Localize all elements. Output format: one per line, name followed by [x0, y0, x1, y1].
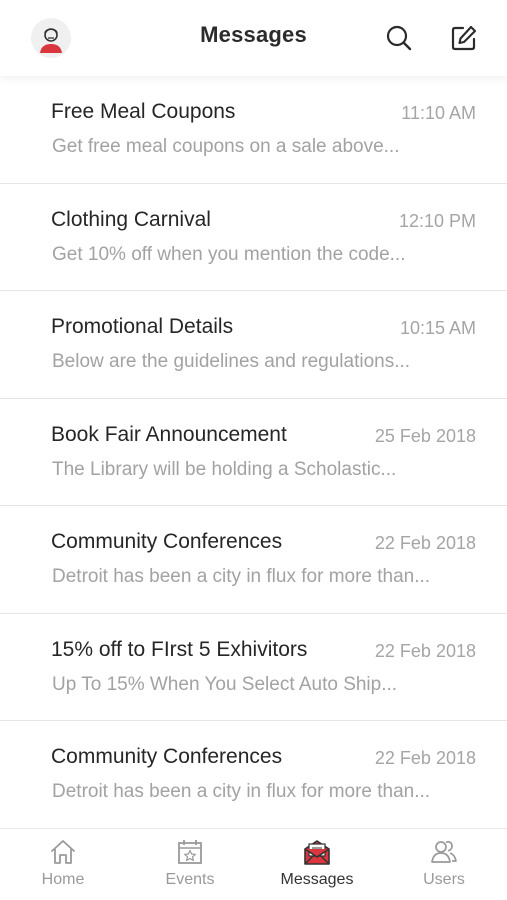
message-time: 25 Feb 2018 [374, 425, 476, 446]
message-time: 22 Feb 2018 [374, 640, 476, 661]
app-header: Messages [0, 0, 507, 76]
home-icon [49, 838, 77, 866]
message-preview: The Library will be holding a Scholastic… [52, 458, 397, 480]
tab-label: Home [41, 871, 85, 888]
tab-home[interactable]: Home [0, 829, 126, 900]
message-subject: Free Meal Coupons [51, 100, 236, 123]
page-title: Messages [200, 22, 307, 47]
message-row[interactable]: Book Fair Announcement 25 Feb 2018 The L… [0, 399, 507, 506]
message-preview: Get 10% off when you mention the code... [52, 243, 406, 265]
message-row[interactable]: Promotional Details 10:15 AM Below are t… [0, 291, 507, 399]
message-row[interactable]: Free Meal Coupons 11:10 AM Get free meal… [0, 76, 507, 184]
search-icon[interactable] [385, 24, 413, 52]
tab-label: Users [423, 871, 465, 888]
message-preview: Detroit has been a city in flux for more… [52, 781, 431, 802]
message-subject: Community Conferences [51, 745, 283, 768]
message-subject: Book Fair Announcement [51, 422, 287, 446]
tab-label: Events [165, 871, 215, 888]
tab-events[interactable]: Events [127, 829, 253, 900]
message-row[interactable]: Clothing Carnival 12:10 PM Get 10% off w… [0, 184, 507, 291]
message-time: 22 Feb 2018 [374, 748, 476, 768]
tab-users[interactable]: Users [381, 829, 507, 900]
compose-icon[interactable] [450, 24, 478, 52]
calendar-star-icon [176, 838, 204, 866]
tab-label: Messages [280, 871, 354, 888]
message-row[interactable]: 15% off to FIrst 5 Exhivitors 22 Feb 201… [0, 614, 507, 721]
message-row[interactable]: Community Conferences 22 Feb 2018 Detroi… [0, 721, 507, 829]
message-preview: Below are the guidelines and regulations… [52, 351, 411, 372]
message-subject: Promotional Details [51, 315, 234, 338]
message-list: Free Meal Coupons 11:10 AM Get free meal… [0, 76, 507, 829]
message-subject: Clothing Carnival [51, 207, 211, 231]
message-time: 10:15 AM [399, 318, 476, 338]
message-preview: Up To 15% When You Select Auto Ship... [52, 673, 398, 695]
bottom-tab-bar: Home Events Messages Users [0, 828, 507, 900]
message-time: 12:10 PM [398, 210, 476, 231]
envelope-icon [303, 838, 331, 866]
message-row[interactable]: Community Conferences 22 Feb 2018 Detroi… [0, 506, 507, 614]
users-icon [430, 838, 458, 866]
message-subject: Community Conferences [51, 530, 283, 553]
message-preview: Detroit has been a city in flux for more… [52, 566, 431, 587]
message-time: 11:10 AM [401, 103, 476, 123]
message-subject: 15% off to FIrst 5 Exhivitors [51, 637, 308, 661]
message-time: 22 Feb 2018 [374, 533, 476, 553]
message-preview: Get free meal coupons on a sale above... [52, 136, 400, 157]
tab-messages[interactable]: Messages [254, 829, 380, 900]
